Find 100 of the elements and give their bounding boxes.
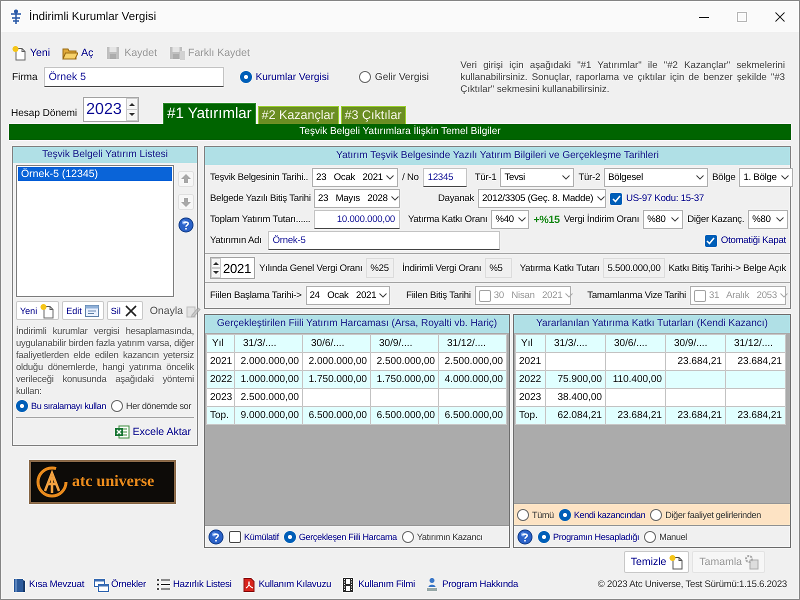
status-link[interactable]: Kullanım Kılavuzu — [240, 576, 332, 592]
help-icon[interactable] — [208, 528, 224, 544]
field-label: Tamamlanma Vize Tarihi — [587, 290, 686, 301]
radio-button[interactable]: Kendi kazancından — [558, 508, 646, 520]
readonly-field: %5 — [485, 258, 512, 278]
chevron-down-icon[interactable] — [562, 175, 570, 180]
radio-button[interactable]: Gelir Vergisi — [358, 71, 429, 83]
radio-button[interactable]: Tümü — [517, 508, 554, 520]
checkbox[interactable]: Kümülatif — [229, 530, 279, 542]
table-cell: 23.684,21 — [726, 406, 786, 424]
help-icon[interactable] — [517, 528, 533, 544]
column-header: 31/12/.... — [438, 334, 506, 352]
status-link[interactable]: Örnekler — [93, 576, 146, 592]
list-button[interactable]: Sil — [106, 301, 143, 320]
close-icon[interactable] — [775, 12, 785, 22]
checkbox[interactable]: Otomatiği Kapat — [704, 234, 786, 246]
dropdown[interactable]: Bölgesel — [604, 168, 708, 187]
date-text: 23 Ocak 2021 — [316, 172, 384, 183]
chevron-down-icon[interactable] — [597, 196, 606, 201]
year-spinner[interactable]: 2023 — [83, 97, 140, 122]
action-button[interactable]: Temizle — [624, 551, 690, 573]
radio-button[interactable]: Yatırımın Kazancı — [402, 530, 483, 542]
list-button[interactable]: Yeni — [16, 301, 60, 320]
field-label: Toplam Yatırım Tutarı...... — [210, 214, 310, 225]
chevron-down-icon[interactable] — [776, 217, 784, 222]
radio-button[interactable]: Diğer faaliyet gelirlerinden — [650, 508, 761, 520]
windows-icon — [93, 576, 110, 592]
radio-button[interactable]: Bu sıralamayı kullan — [16, 400, 106, 412]
dropdown[interactable]: %80 — [748, 210, 788, 229]
chevron-down-icon[interactable] — [671, 217, 680, 222]
dropdown[interactable]: Tevsi — [500, 168, 574, 187]
list-box[interactable]: Örnek-5 (12345) — [16, 165, 174, 297]
toolbar-button[interactable]: Aç — [62, 44, 94, 60]
field-label: Katkı Bitiş Tarihi-> Belge Açık — [668, 262, 786, 274]
x-icon — [122, 302, 139, 318]
dropdown[interactable]: 1. Bölge — [739, 168, 794, 187]
help-icon[interactable] — [178, 217, 194, 233]
list-button[interactable]: Edit — [62, 301, 104, 320]
chevron-down-icon[interactable] — [781, 175, 790, 180]
column-header: Yıl — [206, 334, 234, 352]
column-header: 30/6/.... — [606, 334, 666, 352]
radio-button[interactable]: Manuel — [644, 530, 687, 542]
panel-header: Teşvik Belgeli Yatırım Listesi — [13, 147, 197, 163]
table-cell — [666, 370, 726, 388]
table-cell: 4.000.000,00 — [438, 370, 506, 388]
year-spinner[interactable]: 2021 — [210, 257, 256, 279]
bonus-rate: +%15 — [533, 214, 560, 226]
checkbox[interactable] — [478, 290, 491, 302]
status-link[interactable]: Hazırlık Listesi — [154, 576, 232, 592]
text-field[interactable]: Örnek-5 — [268, 231, 500, 250]
table-cell — [726, 370, 786, 388]
checkbox[interactable] — [694, 290, 706, 302]
section-title-bar: Teşvik Belgeli Yatırımlara İlişkin Temel Bilgiler — [9, 124, 791, 140]
column-header: 31/3/.... — [546, 334, 606, 352]
dropdown[interactable]: %80 — [643, 210, 684, 229]
text-field[interactable]: 12345 — [422, 168, 467, 187]
status-link[interactable]: Kısa Mevzuat — [11, 576, 84, 592]
readonly-field: 5.500.000,00 — [603, 258, 665, 278]
table-cell: 2022 — [206, 370, 234, 388]
tab[interactable]: #1 Yatırımlar — [163, 103, 256, 124]
new-document-icon — [11, 44, 27, 60]
field-label: Belgede Yazılı Bitiş Tarihi — [210, 193, 310, 204]
chevron-down-icon[interactable] — [518, 217, 526, 222]
chevron-down-icon[interactable] — [386, 175, 394, 180]
list-item[interactable]: Örnek-5 (12345) — [18, 167, 172, 181]
text-field[interactable]: 10.000.000,00 — [314, 210, 400, 229]
field-label: / No — [402, 172, 419, 183]
field-label: Dayanak — [438, 193, 474, 204]
column-header: 30/6/.... — [302, 334, 370, 352]
radio-button[interactable]: Gerçekleşen Fiili Harcama — [284, 530, 397, 542]
field-label: Yılında Genel Vergi Oranı — [259, 262, 362, 274]
date-text: 24 Ocak 2021 — [310, 290, 376, 301]
chevron-down-icon[interactable] — [390, 196, 399, 201]
status-link[interactable]: Program Hakkında — [424, 576, 518, 592]
checkbox[interactable]: US-97 Kodu: 15-37 — [610, 192, 704, 204]
radio-button[interactable]: Her dönemde sor — [111, 400, 192, 412]
table-cell: 6.500.000,00 — [438, 406, 506, 424]
table-cell: 23.684,21 — [606, 406, 666, 424]
export-link[interactable]: Excele Aktar — [114, 424, 191, 440]
column-header: Yıl — [516, 334, 546, 352]
column-header: 30/9/.... — [666, 334, 726, 352]
dropdown[interactable]: %40 — [491, 210, 530, 229]
date-picker[interactable]: 23 Ocak 2021 — [312, 168, 398, 187]
field-label: Fiilen Bitiş Tarihi — [406, 290, 471, 301]
toolbar-button[interactable]: Yeni — [11, 44, 50, 60]
field-label: İndirimli Vergi Oranı — [402, 262, 482, 274]
chevron-down-icon[interactable] — [696, 175, 704, 180]
chevron-down-icon[interactable] — [379, 293, 388, 298]
book-icon — [11, 576, 27, 592]
date-picker[interactable]: 23 Mayıs 2028 — [314, 189, 400, 208]
table-cell: 6.500.000,00 — [302, 406, 370, 424]
dropdown[interactable]: 2012/3305 (Geç. 8. Madde) — [478, 189, 606, 208]
spreadsheet-icon — [114, 424, 130, 440]
radio-button[interactable]: Programın Hesapladığı — [538, 530, 640, 542]
table-cell: 9.000.000,00 — [234, 406, 302, 424]
radio-button[interactable]: Kurumlar Vergisi — [240, 71, 329, 83]
date-picker[interactable]: 24 Ocak 2021 — [306, 286, 390, 305]
text-field[interactable]: Örnek 5 — [44, 67, 224, 87]
status-link[interactable]: Kullanım Filmi — [340, 576, 416, 592]
note-text: İndirimli kurumlar vergisi hesaplamasında, uygulanabilir birden fazla yatırım varsa, diğer faaliyetlerden elde edilen kazancın yetersiz olduğu dönemlerde, hangi yatırıma öncelik verileceği konusunda aşağıdaki yöntemi kullan: — [15, 324, 196, 397]
